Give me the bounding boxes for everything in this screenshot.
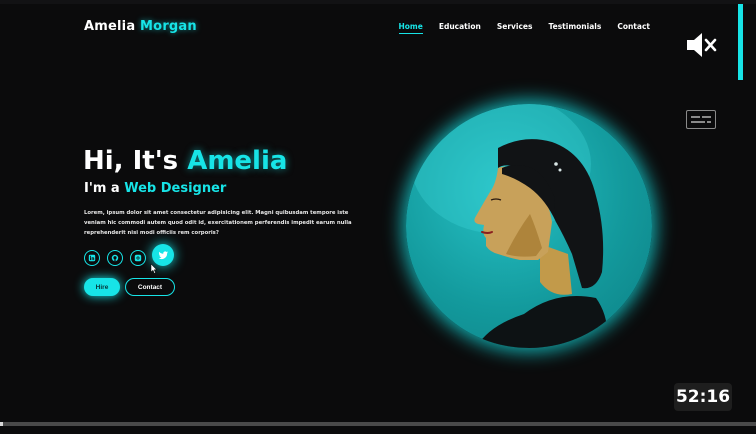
instagram-icon[interactable] — [130, 250, 146, 266]
hero-role-line: I'm a Web Designer — [84, 181, 226, 196]
hero-heading: Hi, It's Amelia — [83, 146, 287, 176]
role-title: Web Designer — [124, 181, 227, 196]
nav-education[interactable]: Education — [439, 22, 481, 31]
logo-first-name: Amelia — [84, 19, 136, 34]
contact-button[interactable]: Contact — [125, 278, 175, 296]
mouse-cursor-icon — [150, 259, 158, 274]
role-prefix: I'm a — [84, 181, 120, 196]
site-logo[interactable]: Amelia Morgan — [84, 19, 197, 34]
hero-name: Amelia — [187, 146, 288, 176]
hire-button[interactable]: Hire — [84, 278, 120, 296]
volume-indicator — [738, 4, 743, 80]
video-progress-bar[interactable] — [0, 422, 756, 426]
logo-last-name: Morgan — [140, 19, 197, 34]
portrait-image — [411, 104, 608, 348]
hero-greeting: Hi, It's — [83, 146, 179, 176]
top-edge — [0, 0, 756, 4]
video-timestamp: 52:16 — [674, 383, 732, 411]
social-links — [84, 250, 146, 266]
video-frame[interactable]: Amelia Morgan Home Education Services Te… — [0, 0, 756, 434]
nav-home[interactable]: Home — [398, 22, 424, 34]
mute-icon[interactable] — [684, 30, 718, 60]
nav-services[interactable]: Services — [497, 22, 533, 31]
captions-icon[interactable] — [686, 110, 716, 129]
nav-testimonials[interactable]: Testimonials — [549, 22, 602, 31]
nav-contact[interactable]: Contact — [617, 22, 650, 31]
main-nav: Home Education Services Testimonials Con… — [398, 22, 650, 34]
profile-portrait — [406, 104, 652, 348]
linkedin-icon[interactable] — [84, 250, 100, 266]
video-progress-fill — [0, 422, 4, 426]
hero-description: Lorem, ipsum dolor sit amet consectetur … — [84, 210, 352, 236]
github-icon[interactable] — [107, 250, 123, 266]
